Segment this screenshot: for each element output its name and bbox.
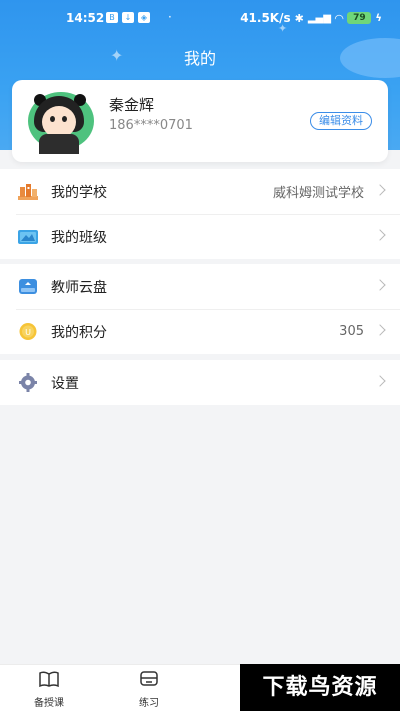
page-title: 我的 — [183, 49, 216, 68]
coin-icon: U — [19, 323, 37, 340]
chevron-right-icon — [374, 279, 386, 291]
tab-label: 练习 — [139, 698, 159, 709]
practice-icon — [140, 671, 158, 686]
chevron-right-icon — [374, 324, 386, 336]
menu-group-resources: 教师云盘 U 我的积分 305 — [0, 264, 400, 354]
chevron-right-icon — [374, 375, 386, 387]
battery-icon: 79 — [347, 12, 372, 24]
tab-label: 备授课 — [34, 698, 64, 709]
menu-item-cloud-disk[interactable]: 教师云盘 — [0, 264, 400, 309]
menu-label: 我的班级 — [51, 229, 107, 246]
avatar[interactable] — [26, 92, 96, 154]
wifi-icon: ◠ — [334, 11, 344, 25]
bluetooth-icon: ✱ — [294, 11, 304, 25]
notification-icon: B — [106, 11, 118, 23]
user-phone: 186****0701 — [109, 118, 193, 133]
app-notification-icon: ◈ — [138, 11, 150, 23]
svg-text:U: U — [25, 328, 31, 337]
tab-lesson-prep[interactable]: 备授课 — [21, 671, 77, 709]
edit-profile-button[interactable]: 编辑资料 — [310, 112, 372, 130]
menu-label: 设置 — [51, 375, 79, 392]
charging-icon: ϟ — [375, 12, 382, 24]
points-value: 305 — [339, 324, 364, 339]
watermark-logo: 下载鸟资源 — [240, 664, 400, 711]
profile-card[interactable]: 秦金辉 186****0701 编辑资料 — [12, 80, 388, 162]
menu-label: 我的学校 — [51, 184, 107, 201]
book-icon — [39, 671, 59, 688]
user-name: 秦金辉 — [109, 96, 155, 114]
menu-item-settings[interactable]: 设置 — [0, 360, 400, 405]
menu-item-points[interactable]: U 我的积分 305 — [0, 309, 400, 354]
tab-practice[interactable]: 练习 — [121, 671, 177, 709]
chevron-right-icon — [374, 184, 386, 196]
menu-item-class[interactable]: 我的班级 — [0, 214, 400, 259]
cloud-disk-icon — [19, 279, 37, 294]
gear-icon — [19, 373, 37, 392]
status-bar: 14:52 B ↓ ◈ · 41.5K/s ✱ ▂▄▆ ◠ 79 ϟ — [0, 0, 400, 36]
signal-icon: ▂▄▆ — [307, 12, 331, 24]
network-speed: 41.5K/s — [240, 11, 291, 25]
dot-icon: · — [168, 10, 172, 24]
school-name: 威科姆测试学校 — [272, 186, 364, 201]
menu-group-settings: 设置 — [0, 360, 400, 405]
chevron-right-icon — [374, 229, 386, 241]
download-icon: ↓ — [122, 11, 134, 23]
menu-label: 教师云盘 — [51, 279, 107, 296]
status-time: 14:52 — [66, 11, 105, 25]
menu-group-school: 我的学校 威科姆测试学校 我的班级 — [0, 169, 400, 259]
school-building-icon — [18, 184, 38, 200]
menu-item-school[interactable]: 我的学校 威科姆测试学校 — [0, 169, 400, 214]
menu-label: 我的积分 — [51, 324, 107, 341]
classroom-icon — [18, 230, 38, 244]
